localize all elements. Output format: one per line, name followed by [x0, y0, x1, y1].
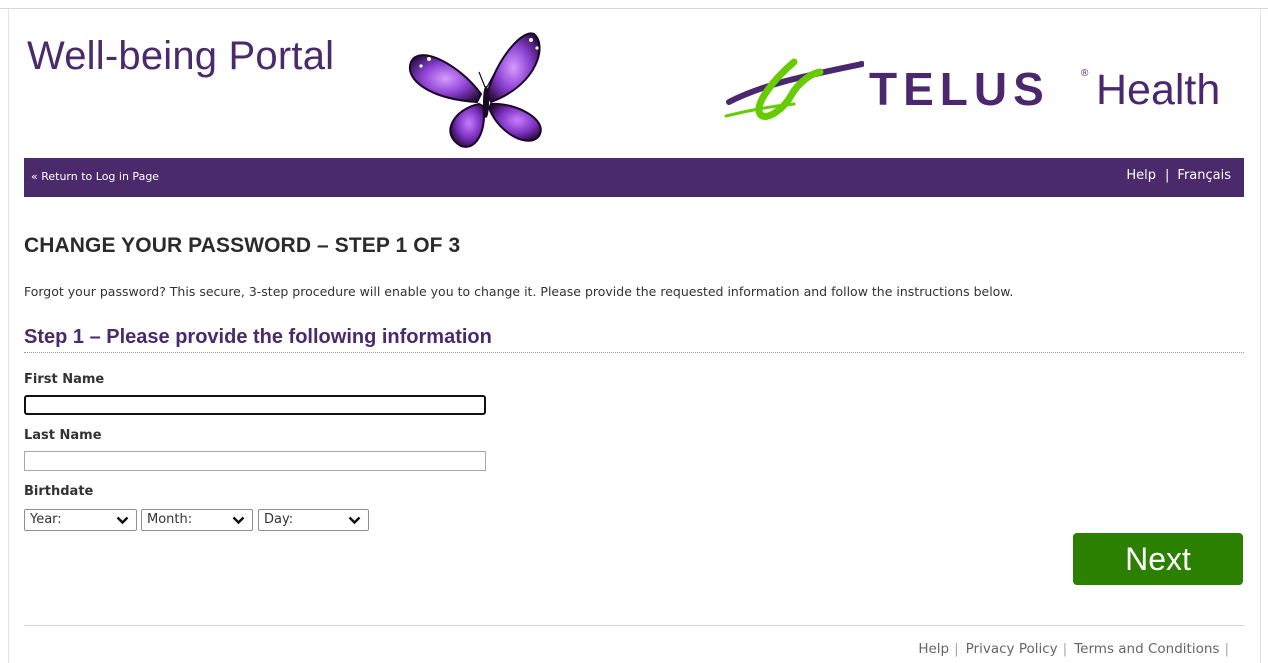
privacy-policy-link[interactable]: Privacy Policy	[966, 641, 1058, 657]
intro-text: Forgot your password? This secure, 3-ste…	[24, 284, 1014, 299]
year-select-value: Year:	[30, 512, 62, 527]
day-select-value: Day:	[264, 512, 294, 527]
nav-right-links: Help | Français	[1126, 168, 1231, 183]
top-nav-bar: « Return to Log in Page Help | Français	[24, 158, 1244, 197]
telus-swoosh-logo	[724, 58, 864, 120]
footer-separator: |	[954, 641, 959, 657]
footer-links: Help | Privacy Policy | Terms and Conditions…	[918, 641, 1236, 657]
telus-wordmark: TELUS	[869, 63, 1050, 115]
last-name-label: Last Name	[24, 428, 102, 443]
registered-mark: ®	[1081, 68, 1089, 79]
chevron-down-icon	[232, 516, 245, 525]
month-select-value: Month:	[147, 512, 193, 527]
portal-title: Well-being Portal	[27, 34, 335, 78]
chevron-down-icon	[348, 516, 361, 525]
month-select[interactable]: Month:	[141, 509, 253, 531]
day-select[interactable]: Day:	[258, 509, 369, 531]
birthdate-label: Birthdate	[24, 484, 94, 499]
first-name-input[interactable]	[24, 395, 486, 415]
return-to-login-link[interactable]: « Return to Log in Page	[31, 170, 159, 183]
last-name-input[interactable]	[24, 451, 486, 471]
language-toggle-link[interactable]: Français	[1177, 168, 1231, 183]
telus-health-text: Health	[1096, 66, 1221, 114]
butterfly-image	[408, 32, 542, 148]
page-title: CHANGE YOUR PASSWORD – STEP 1 OF 3	[24, 234, 461, 257]
footer-divider	[24, 625, 1244, 626]
nav-separator: |	[1165, 168, 1170, 183]
footer-help-link[interactable]: Help	[918, 641, 949, 657]
footer-separator: |	[1062, 641, 1068, 657]
year-select[interactable]: Year:	[24, 509, 137, 531]
section-divider	[24, 352, 1244, 353]
chevron-down-icon	[116, 516, 129, 525]
next-button[interactable]: Next	[1073, 533, 1243, 585]
footer-separator: |	[1224, 641, 1229, 657]
nav-help-link[interactable]: Help	[1126, 168, 1156, 183]
first-name-label: First Name	[24, 372, 105, 387]
terms-link[interactable]: Terms and Conditions	[1074, 641, 1219, 657]
header-banner: Well-being Portal TELUS ® Health	[24, 18, 1244, 157]
step-heading: Step 1 – Please provide the following in…	[24, 326, 492, 348]
